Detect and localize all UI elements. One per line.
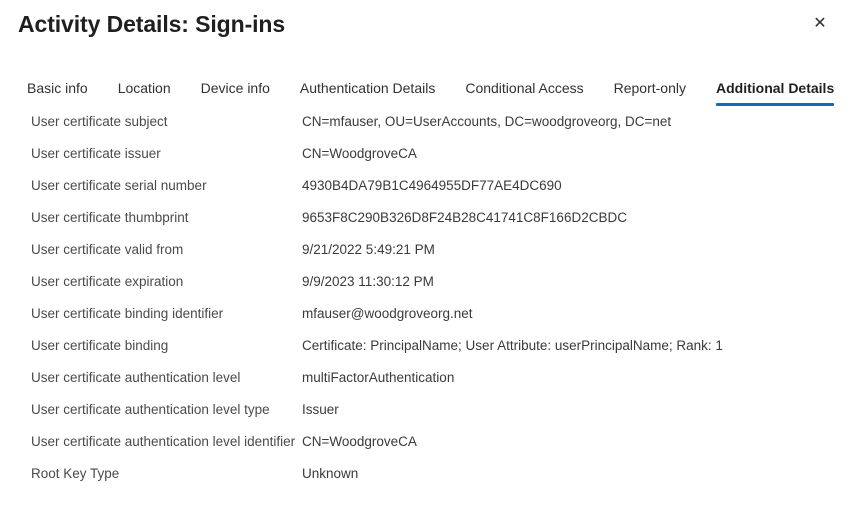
detail-row: User certificate authentication level mul… xyxy=(0,368,849,400)
tab-bar: Basic info Location Device info Authenticat… xyxy=(0,78,849,108)
detail-row: User certificate valid from 9/21/2022 5:4… xyxy=(0,240,849,272)
detail-label: User certificate serial number xyxy=(31,178,207,193)
detail-value: 4930B4DA79B1C4964955DF77AE4DC690 xyxy=(302,178,562,193)
detail-row: User certificate subject CN=mfauser, OU=U… xyxy=(0,112,849,144)
detail-label: User certificate binding identifier xyxy=(31,306,224,321)
detail-label: User certificate authentication level id… xyxy=(31,434,296,449)
tab-label: Device info xyxy=(200,80,270,96)
detail-value: 9/9/2023 11:30:12 PM xyxy=(302,274,434,289)
activity-details-panel: Activity Details: Sign-ins ✕ Basic info L… xyxy=(0,0,849,527)
tab-location[interactable]: Location xyxy=(118,78,171,106)
detail-value: multiFactorAuthentication xyxy=(302,370,455,385)
detail-label: User certificate authentication level ty… xyxy=(31,402,270,417)
detail-row: User certificate binding Certificate: Pri… xyxy=(0,336,849,368)
detail-label: User certificate binding xyxy=(31,338,169,353)
detail-label: User certificate expiration xyxy=(31,274,184,289)
tab-label: Location xyxy=(117,80,171,96)
detail-value: CN=mfauser, OU=UserAccounts, DC=woodgrov… xyxy=(302,114,672,129)
detail-row: User certificate expiration 9/9/2023 11:3… xyxy=(0,272,849,304)
page-title: Activity Details: Sign-ins xyxy=(18,11,286,37)
detail-value: Issuer xyxy=(302,402,339,417)
tab-additional-details[interactable]: Additional Details xyxy=(716,78,835,106)
tab-report-only[interactable]: Report-only xyxy=(614,78,686,106)
close-button[interactable]: ✕ xyxy=(805,10,835,38)
detail-value: 9/21/2022 5:49:21 PM xyxy=(302,242,435,257)
tab-label: Authentication Details xyxy=(299,80,436,96)
detail-label: User certificate authentication level xyxy=(31,370,241,385)
detail-label: User certificate issuer xyxy=(31,146,161,161)
detail-value: Unknown xyxy=(302,466,359,481)
detail-row: Root Key Type Unknown xyxy=(0,464,849,496)
detail-row: User certificate authentication level id… xyxy=(0,432,849,464)
detail-label: Root Key Type xyxy=(31,466,120,481)
tab-active-underline xyxy=(716,103,835,106)
tab-authentication-details[interactable]: Authentication Details xyxy=(300,78,435,106)
tab-basic-info[interactable]: Basic info xyxy=(27,78,88,106)
detail-row: User certificate thumbprint 9653F8C290B32… xyxy=(0,208,849,240)
detail-row: User certificate authentication level ty… xyxy=(0,400,849,432)
detail-row: User certificate binding identifier mfaus… xyxy=(0,304,849,336)
tab-conditional-access[interactable]: Conditional Access xyxy=(465,78,583,106)
detail-value: mfauser@woodgroveorg.net xyxy=(302,306,473,321)
detail-row: User certificate issuer CN=WoodgroveCA xyxy=(0,144,849,176)
detail-label: User certificate thumbprint xyxy=(31,210,189,225)
detail-value: 9653F8C290B326D8F24B28C41741C8F166D2CBDC xyxy=(302,210,627,225)
detail-label: User certificate valid from xyxy=(31,242,184,257)
detail-value: Certificate: PrincipalName; User Attribu… xyxy=(302,338,723,353)
tab-label: Additional Details xyxy=(716,80,835,96)
panel-header: Activity Details: Sign-ins ✕ xyxy=(0,0,849,62)
detail-row: User certificate serial number 4930B4DA79… xyxy=(0,176,849,208)
detail-value: CN=WoodgroveCA xyxy=(302,434,417,449)
tab-device-info[interactable]: Device info xyxy=(201,78,270,106)
detail-label: User certificate subject xyxy=(31,114,168,129)
tab-label: Basic info xyxy=(27,80,88,96)
tab-label: Report-only xyxy=(613,80,686,96)
tab-label: Conditional Access xyxy=(465,80,584,96)
details-list: User certificate subject CN=mfauser, OU=U… xyxy=(0,112,849,496)
close-icon: ✕ xyxy=(813,15,827,32)
detail-value: CN=WoodgroveCA xyxy=(302,146,417,161)
